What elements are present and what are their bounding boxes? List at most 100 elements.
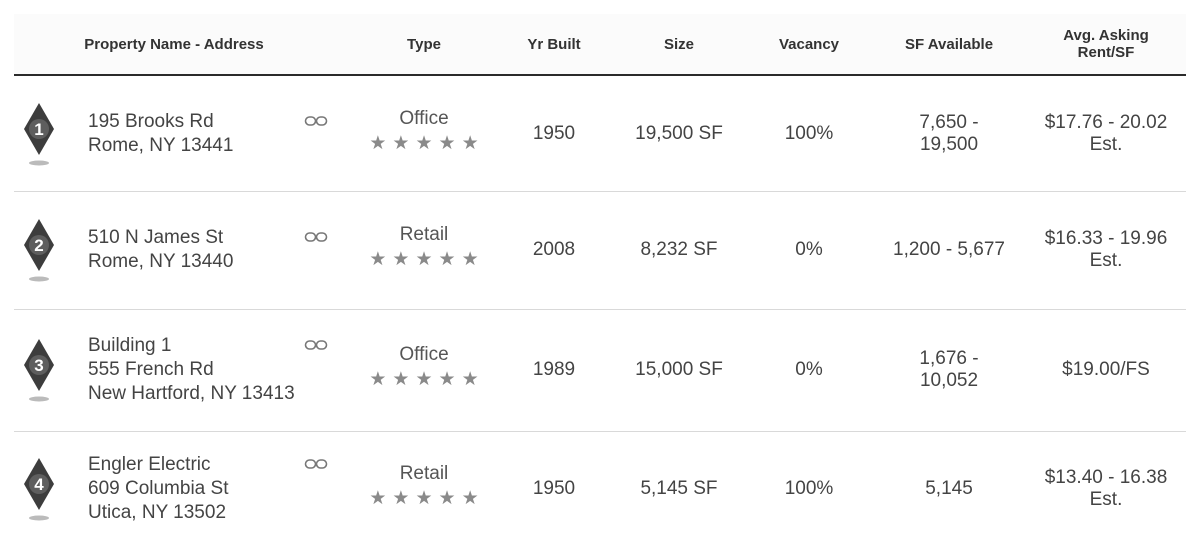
- pin-number: 1: [34, 120, 43, 139]
- col-sf-available[interactable]: SF Available: [874, 14, 1024, 74]
- star-icon: ★: [438, 249, 456, 270]
- rent-value: $19.00/FS: [1026, 346, 1186, 394]
- vacancy-value: 100%: [784, 477, 834, 499]
- sf-available-line: 5,145: [925, 477, 973, 499]
- map-pin-icon[interactable]: 1: [22, 99, 56, 169]
- link-icon[interactable]: [304, 458, 328, 470]
- star-icon: ★: [392, 487, 410, 509]
- address-line: 195 Brooks Rd: [88, 110, 214, 132]
- address-line: New Hartford, NY 13413: [88, 383, 295, 404]
- star-rating: ★ ★ ★ ★ ★: [354, 487, 494, 509]
- star-icon: ★: [369, 249, 387, 270]
- sf-available-line: 7,650 -: [919, 111, 979, 133]
- type-label: Office: [399, 344, 449, 365]
- map-pin-icon[interactable]: 2: [22, 215, 56, 285]
- table-row[interactable]: 3 Building 1 555 French Rd New Hartford,…: [14, 309, 1186, 431]
- rent-value: $17.76 - 20.02 Est.: [1026, 110, 1186, 158]
- rent-line: $19.00/FS: [1062, 359, 1150, 380]
- sf-available-value: 1,676 - 10,052: [874, 346, 1024, 394]
- pin-number: 3: [34, 356, 43, 375]
- col-type[interactable]: Type: [354, 14, 494, 74]
- sf-available-value: 5,145: [874, 465, 1024, 513]
- star-icon: ★: [392, 369, 410, 390]
- property-address[interactable]: 195 Brooks Rd Rome, NY 13441: [88, 110, 233, 158]
- star-icon: ★: [461, 487, 479, 509]
- star-rating: ★ ★ ★ ★ ★: [354, 132, 494, 154]
- type-label: Office: [399, 107, 449, 129]
- col-size[interactable]: Size: [614, 14, 744, 74]
- star-icon: ★: [415, 487, 433, 509]
- property-type: Office ★ ★ ★ ★ ★: [354, 344, 494, 390]
- star-icon: ★: [438, 487, 456, 509]
- address-line: Building 1: [88, 335, 172, 356]
- col-rent[interactable]: Avg. Asking Rent/SF: [1026, 14, 1186, 74]
- col-rent-line1: Avg. Asking: [1063, 27, 1149, 44]
- type-label: Retail: [399, 224, 449, 245]
- star-icon: ★: [461, 132, 479, 154]
- sf-available-line: 10,052: [919, 370, 979, 391]
- star-icon: ★: [392, 132, 410, 154]
- property-address[interactable]: Engler Electric 609 Columbia St Utica, N…: [88, 453, 228, 525]
- col-yr-built[interactable]: Yr Built: [504, 14, 604, 74]
- table-row[interactable]: 1 195 Brooks Rd Rome, NY 13441 Office ★ ★…: [14, 76, 1186, 191]
- type-label: Retail: [399, 462, 449, 484]
- sf-available-line: 1,200 - 5,677: [893, 239, 1005, 260]
- pin-number: 2: [34, 236, 43, 255]
- table-header: Property Name - Address Type Yr Built Si…: [14, 14, 1186, 76]
- address-line: Utica, NY 13502: [88, 501, 227, 523]
- star-icon: ★: [438, 132, 456, 154]
- star-icon: ★: [369, 369, 387, 390]
- address-line: 510 N James St: [88, 227, 224, 248]
- star-icon: ★: [415, 249, 433, 270]
- star-rating: ★ ★ ★ ★ ★: [354, 250, 494, 270]
- col-vacancy[interactable]: Vacancy: [754, 14, 864, 74]
- rent-line: $16.33 - 19.96: [1044, 228, 1168, 249]
- table-row[interactable]: 2 510 N James St Rome, NY 13440 Retail ★…: [14, 191, 1186, 309]
- size-value: 8,232 SF: [640, 239, 718, 260]
- yr-built: 1950: [532, 477, 576, 499]
- sf-available-line: 19,500: [919, 133, 979, 155]
- size-value: 15,000 SF: [635, 359, 723, 380]
- rent-value: $16.33 - 19.96 Est.: [1026, 226, 1186, 274]
- rent-line: $17.76 - 20.02: [1044, 111, 1168, 133]
- address-line: Engler Electric: [88, 453, 211, 475]
- link-icon[interactable]: [304, 231, 328, 243]
- rent-line: $13.40 - 16.38: [1044, 466, 1168, 488]
- rent-line: Est.: [1089, 133, 1123, 155]
- address-line: Rome, NY 13441: [88, 134, 234, 156]
- property-type: Retail ★ ★ ★ ★ ★: [354, 463, 494, 509]
- star-icon: ★: [392, 249, 410, 270]
- yr-built: 2008: [532, 239, 576, 260]
- property-type: Office ★ ★ ★ ★ ★: [354, 108, 494, 154]
- rent-line: Est.: [1089, 488, 1123, 510]
- map-pin-icon[interactable]: 3: [22, 335, 56, 405]
- map-pin-icon[interactable]: 4: [22, 454, 56, 524]
- star-rating: ★ ★ ★ ★ ★: [354, 370, 494, 390]
- property-address[interactable]: 510 N James St Rome, NY 13440: [88, 226, 233, 274]
- col-property[interactable]: Property Name - Address: [14, 14, 334, 74]
- link-icon[interactable]: [304, 339, 328, 351]
- vacancy-value: 100%: [784, 122, 834, 144]
- yr-built: 1989: [532, 359, 576, 380]
- size-value: 19,500 SF: [635, 122, 723, 144]
- sf-available-value: 1,200 - 5,677: [874, 226, 1024, 274]
- link-icon[interactable]: [304, 115, 328, 127]
- yr-built: 1950: [532, 122, 576, 144]
- property-type: Retail ★ ★ ★ ★ ★: [354, 224, 494, 270]
- property-address[interactable]: Building 1 555 French Rd New Hartford, N…: [88, 334, 295, 406]
- col-rent-line2: Rent/SF: [1077, 44, 1135, 61]
- table-row[interactable]: 4 Engler Electric 609 Columbia St Utica,…: [14, 431, 1186, 546]
- vacancy-value: 0%: [795, 239, 823, 260]
- star-icon: ★: [461, 249, 479, 270]
- sf-available-line: 1,676 -: [919, 348, 979, 369]
- comparables-table: Property Name - Address Type Yr Built Si…: [0, 0, 1197, 546]
- star-icon: ★: [369, 487, 387, 509]
- address-line: 555 French Rd: [88, 359, 214, 380]
- size-value: 5,145 SF: [640, 477, 718, 499]
- pin-number: 4: [34, 475, 44, 494]
- star-icon: ★: [461, 369, 479, 390]
- rent-line: Est.: [1089, 250, 1123, 271]
- vacancy-value: 0%: [795, 359, 823, 380]
- address-line: 609 Columbia St: [88, 477, 229, 499]
- star-icon: ★: [369, 132, 387, 154]
